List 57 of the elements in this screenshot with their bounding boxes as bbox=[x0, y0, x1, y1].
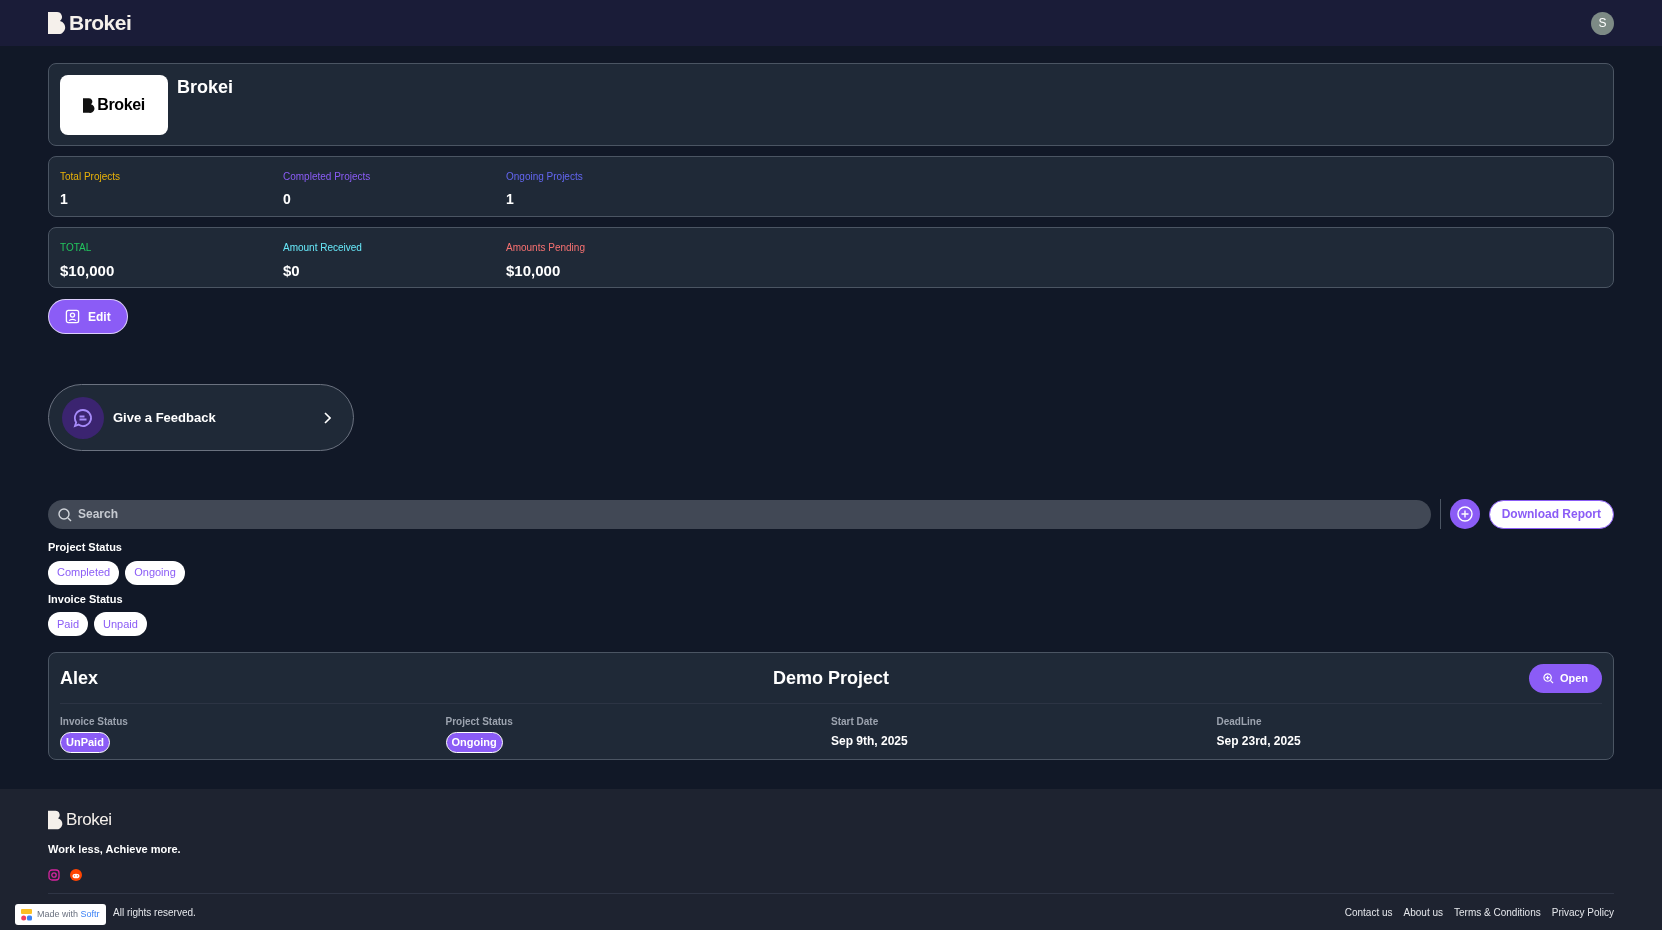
stat-value: $0 bbox=[283, 261, 301, 281]
filter-chip[interactable]: Paid bbox=[48, 612, 89, 636]
logo-text: Brokei bbox=[66, 809, 112, 831]
copyright-text: All rights reserved. bbox=[113, 906, 196, 920]
user-avatar[interactable]: S bbox=[1591, 11, 1614, 35]
footer-link[interactable]: Privacy Policy bbox=[1551, 905, 1614, 920]
filter-chip[interactable]: Completed bbox=[48, 560, 120, 585]
feedback-button[interactable]: Give a Feedback bbox=[48, 384, 354, 451]
stat-value: 1 bbox=[60, 190, 69, 209]
filter-title: Project Status bbox=[48, 540, 123, 555]
stat-value: 0 bbox=[283, 190, 292, 209]
field-label: Start Date bbox=[831, 715, 879, 729]
download-report-button[interactable]: Download Report bbox=[1488, 499, 1614, 529]
add-icon bbox=[1456, 506, 1473, 522]
stat-label: Ongoing Projects bbox=[506, 170, 584, 184]
footer-link[interactable]: Contact us bbox=[1344, 905, 1393, 920]
chevron-right-icon bbox=[323, 411, 331, 424]
field-value: Sep 9th, 2025 bbox=[831, 733, 908, 750]
footer-link[interactable]: About us bbox=[1403, 905, 1444, 920]
chat-icon bbox=[62, 396, 104, 439]
project-title: Demo Project bbox=[773, 666, 889, 690]
edit-button[interactable]: Edit bbox=[48, 299, 128, 334]
status-badge: UnPaid bbox=[60, 732, 110, 753]
client-name: Alex bbox=[60, 666, 99, 690]
stat-value: 1 bbox=[506, 190, 515, 209]
field-value: Sep 23rd, 2025 bbox=[1216, 733, 1301, 750]
logo-icon bbox=[48, 809, 63, 830]
footer-link[interactable]: Terms & Conditions bbox=[1454, 905, 1541, 920]
instagram-icon[interactable] bbox=[48, 869, 60, 881]
company-logo: Brokei bbox=[60, 75, 168, 135]
stat-label: Amount Received bbox=[283, 241, 363, 255]
add-button[interactable] bbox=[1449, 499, 1480, 529]
filter-title: Invoice Status bbox=[48, 591, 124, 607]
stat-value: $10,000 bbox=[506, 261, 562, 281]
stat-label: TOTAL bbox=[60, 241, 93, 255]
brand-icon bbox=[21, 908, 32, 921]
search-field[interactable]: Search bbox=[48, 499, 1431, 529]
logo-icon bbox=[48, 12, 66, 34]
field-label: Invoice Status bbox=[60, 715, 128, 729]
field-label: Project Status bbox=[445, 715, 513, 729]
filter-chip[interactable]: Unpaid bbox=[94, 612, 147, 636]
stat-label: Total Projects bbox=[60, 170, 122, 184]
open-button[interactable]: Open bbox=[1528, 663, 1602, 693]
reddit-icon[interactable] bbox=[70, 869, 82, 881]
logo-text: Brokei bbox=[69, 10, 132, 37]
zoom-icon bbox=[1542, 672, 1554, 684]
stat-value: $10,000 bbox=[60, 261, 116, 281]
field-label: DeadLine bbox=[1216, 715, 1262, 729]
profile-icon bbox=[65, 309, 80, 324]
search-icon bbox=[58, 507, 72, 522]
stat-label: Amounts Pending bbox=[506, 241, 586, 255]
tagline: Work less, Achieve more. bbox=[48, 841, 182, 857]
stat-label: Completed Projects bbox=[283, 170, 372, 184]
filter-chip[interactable]: Ongoing bbox=[125, 560, 185, 585]
company-name: Brokei bbox=[177, 76, 234, 99]
status-badge: Ongoing bbox=[445, 732, 503, 753]
made-with-badge[interactable]: Made with Softr bbox=[15, 904, 106, 925]
